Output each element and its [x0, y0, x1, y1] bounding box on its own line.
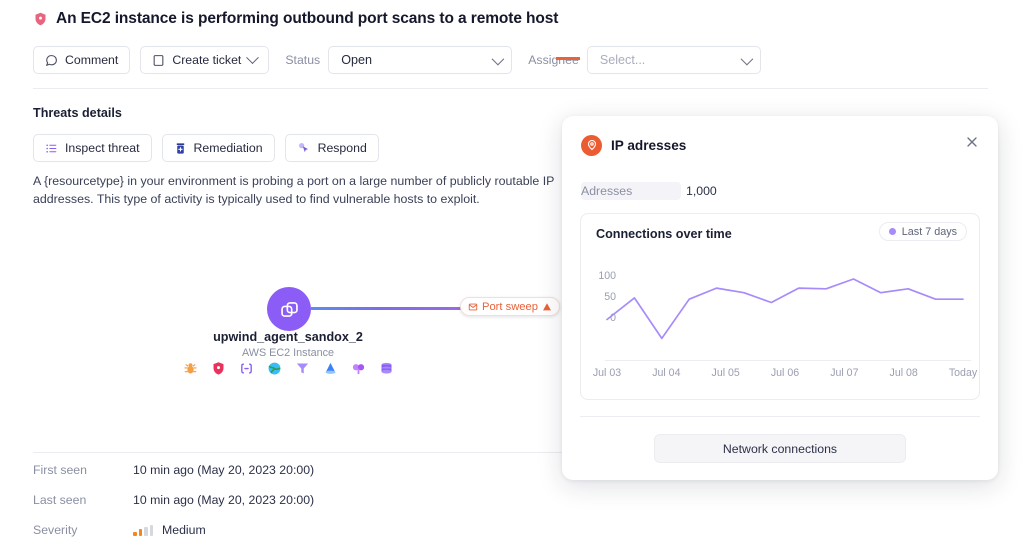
funnel-icon[interactable]: [295, 361, 310, 376]
meta-key: First seen: [33, 463, 133, 477]
assignee-select[interactable]: Select...: [587, 46, 761, 74]
meta-value: 10 min ago (May 20, 2023 20:00): [133, 463, 314, 477]
brackets-icon[interactable]: [239, 361, 254, 376]
threat-graph: [0, 250, 620, 400]
status-badge: Medium: [162, 523, 206, 537]
chart-title: Connections over time: [596, 227, 732, 241]
meta-key: Severity: [33, 523, 133, 537]
assignee-label: Assignee: [528, 53, 579, 67]
table-row: Severity Medium: [33, 515, 553, 545]
threat-meta-table: First seen 10 min ago (May 20, 2023 20:0…: [33, 455, 553, 545]
pill-bottle-icon: [174, 142, 187, 155]
chevron-down-icon: [740, 52, 753, 65]
warning-triangle-icon: [542, 302, 552, 312]
location-pin-icon: [581, 135, 602, 156]
chevron-down-icon: [246, 51, 259, 64]
port-sweep-badge-label: Port sweep: [482, 301, 538, 313]
database-icon[interactable]: [379, 361, 394, 376]
cursor-click-icon: [297, 141, 311, 155]
status-select[interactable]: Open: [328, 46, 512, 74]
cone-icon[interactable]: [323, 361, 338, 376]
table-row: Last seen 10 min ago (May 20, 2023 20:00…: [33, 485, 553, 515]
connections-chart-card: Connections over time Last 7 days 0 50 1…: [580, 213, 980, 400]
list-icon: [45, 142, 58, 155]
graph-node-tag-icons: [0, 361, 576, 376]
x-tick-label: Jul 06: [762, 367, 808, 379]
addresses-row: Adresses 1,000: [562, 176, 998, 206]
close-icon[interactable]: [964, 134, 982, 152]
x-tick-label: Jul 05: [703, 367, 749, 379]
threats-details-title: Threats details: [33, 106, 122, 120]
ticket-icon: [152, 54, 165, 67]
create-ticket-button[interactable]: Create ticket: [140, 46, 269, 74]
network-connections-button[interactable]: Network connections: [654, 434, 906, 463]
graph-node-name: upwind_agent_sandox_2: [0, 330, 576, 344]
brain-icon[interactable]: [351, 361, 366, 376]
graph-node-ec2[interactable]: [267, 287, 311, 331]
legend-dot-icon: [889, 228, 896, 235]
ip-addresses-panel: IP adresses Adresses 1,000 Connections o…: [562, 116, 998, 480]
layers-copy-icon: [279, 299, 300, 320]
port-sweep-badge[interactable]: Port sweep: [460, 297, 560, 316]
x-tick-label: Jul 08: [881, 367, 927, 379]
remediation-button-label: Remediation: [194, 142, 263, 154]
page-title-row: An EC2 instance is performing outbound p…: [33, 10, 558, 28]
x-axis-line: [605, 360, 971, 361]
addresses-label: Adresses: [581, 182, 681, 200]
threat-actions-toolbar: Inspect threat Remediation Respond: [33, 134, 379, 162]
bug-icon[interactable]: [183, 361, 198, 376]
status-label: Status: [285, 53, 320, 67]
action-toolbar: Comment Create ticket Status Open Assign…: [33, 46, 761, 74]
header-divider: [33, 88, 988, 89]
meta-value: 10 min ago (May 20, 2023 20:00): [133, 493, 314, 507]
shield-alert-icon: [33, 11, 48, 27]
remediation-button[interactable]: Remediation: [162, 134, 275, 162]
page-title: An EC2 instance is performing outbound p…: [56, 10, 558, 28]
legend-label: Last 7 days: [902, 226, 957, 238]
addresses-value: 1,000: [686, 184, 717, 198]
respond-button[interactable]: Respond: [285, 134, 379, 162]
meta-key: Last seen: [33, 493, 133, 507]
chevron-down-icon: [492, 52, 505, 65]
respond-button-label: Respond: [318, 142, 367, 154]
x-tick-label: Jul 04: [643, 367, 689, 379]
chart-line-series: [591, 256, 971, 362]
severity-bars-icon: [133, 525, 153, 536]
envelope-icon: [468, 302, 478, 312]
threat-description: A {resourcetype} in your environment is …: [33, 172, 578, 208]
create-ticket-button-label: Create ticket: [172, 54, 241, 66]
panel-header: IP adresses: [581, 133, 982, 157]
graph-edge-right: [556, 57, 580, 60]
inspect-threat-button[interactable]: Inspect threat: [33, 134, 152, 162]
inspect-threat-button-label: Inspect threat: [65, 142, 140, 154]
comment-button-label: Comment: [65, 54, 118, 66]
panel-title: IP adresses: [611, 138, 686, 153]
assignee-select-value: Select...: [600, 53, 646, 67]
status-select-value: Open: [341, 53, 372, 67]
severity-value-wrap: Medium: [133, 523, 206, 537]
chart-plot: 0 50 100 Jul 03Jul 04Jul 05Jul 06Jul 07J…: [591, 256, 971, 390]
comment-bubble-icon: [45, 54, 58, 67]
graph-node-subtitle: AWS EC2 Instance: [0, 347, 576, 359]
comment-button[interactable]: Comment: [33, 46, 130, 74]
panel-divider: [580, 416, 980, 417]
x-tick-label: Jul 03: [584, 367, 630, 379]
graph-edge: [311, 307, 466, 310]
x-tick-label: Jul 07: [821, 367, 867, 379]
globe-icon[interactable]: [267, 361, 282, 376]
shield-icon[interactable]: [211, 361, 226, 376]
x-tick-label: Today: [940, 367, 986, 379]
table-row: First seen 10 min ago (May 20, 2023 20:0…: [33, 455, 553, 485]
chart-legend-last-7-days[interactable]: Last 7 days: [879, 222, 967, 241]
